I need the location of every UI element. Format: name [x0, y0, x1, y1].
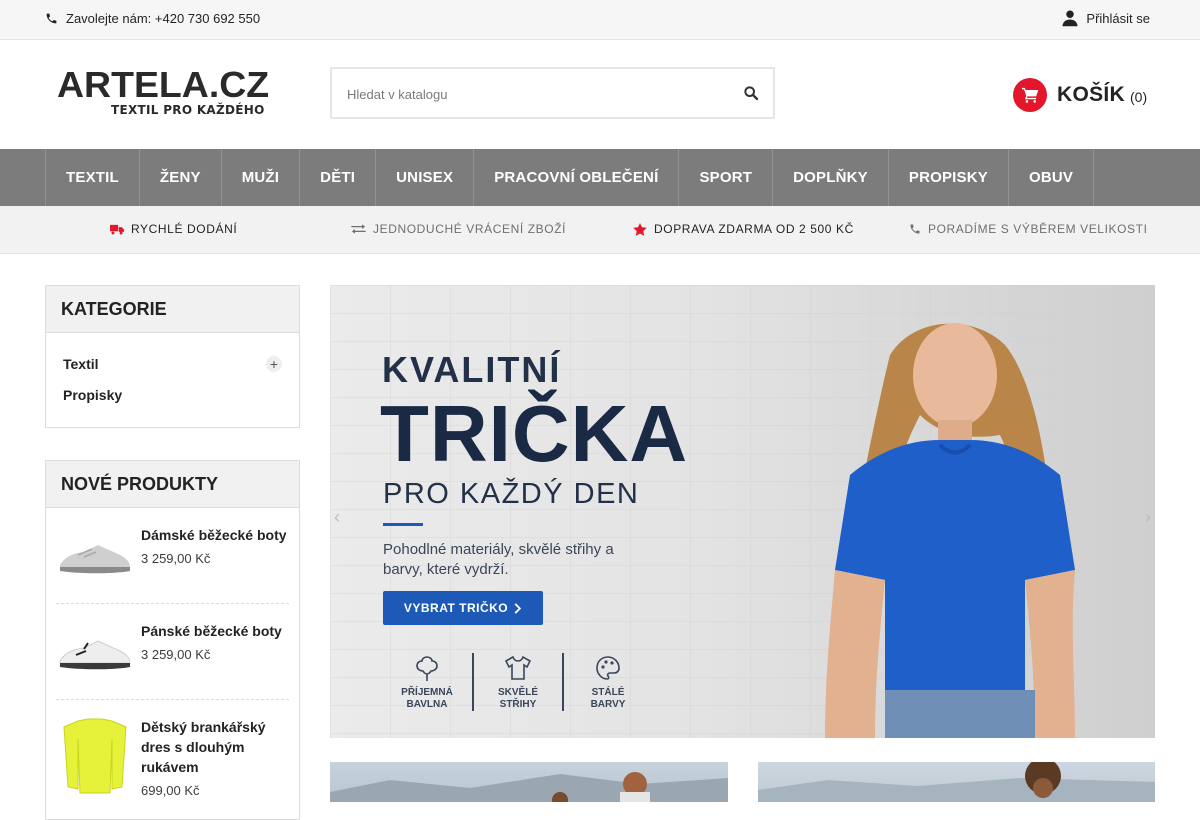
hero-headline-2: TRIČKA — [380, 389, 689, 478]
product-item[interactable]: Dámské běžecké boty 3 259,00 Kč — [46, 508, 299, 589]
nav-item-obuv[interactable]: OBUV — [1009, 149, 1095, 206]
choose-tshirt-button[interactable]: VYBRAT TRIČKO — [383, 591, 543, 625]
feature-label: STÁLÉ BARVY — [590, 687, 626, 710]
carousel-prev-icon[interactable]: ‹ — [334, 507, 340, 528]
product-price: 3 259,00 Kč — [141, 647, 211, 662]
product-name[interactable]: Dětský brankářský dres s dlouhým rukávem — [141, 717, 289, 777]
hero-headline-3: PRO KAŽDÝ DEN — [383, 478, 640, 510]
promo-banner-right[interactable] — [758, 762, 1155, 802]
feature-label: PŘÍJEMNÁ BAVLNA — [401, 687, 453, 710]
sidebar: KATEGORIE Textil + Propisky NOVÉ PRODUKT… — [45, 285, 300, 820]
cart-label: KOŠÍK — [1057, 83, 1126, 106]
cotton-icon — [414, 653, 440, 683]
nav-item-doplnky[interactable]: DOPLŇKY — [773, 149, 889, 206]
categories-block: KATEGORIE Textil + Propisky — [45, 285, 300, 428]
main-nav: TEXTIL ŽENY MUŽI DĚTI UNISEX PRACOVNÍ OB… — [0, 149, 1200, 206]
nav-item-propisky[interactable]: PROPISKY — [889, 149, 1009, 206]
search-input[interactable] — [347, 84, 727, 104]
benefit-size-advice: PORADÍME S VÝBĚREM VELIKOSTI — [909, 222, 1148, 236]
category-label: Textil — [63, 355, 99, 372]
new-products-title: NOVÉ PRODUKTY — [46, 461, 299, 508]
carousel-next-icon[interactable]: › — [1145, 507, 1151, 528]
benefits-bar: RYCHLÉ DODÁNÍ JEDNODUCHÉ VRÁCENÍ ZBOŽÍ D… — [0, 206, 1200, 254]
categories-title: KATEGORIE — [46, 286, 299, 333]
product-name[interactable]: Dámské běžecké boty — [141, 525, 287, 545]
phone-label: Zavolejte nám: — [66, 11, 152, 26]
nav-item-deti[interactable]: DĚTI — [300, 149, 377, 206]
benefit-fast-delivery: RYCHLÉ DODÁNÍ — [110, 222, 237, 236]
phone-icon — [910, 224, 920, 234]
category-list: Textil + Propisky — [46, 333, 299, 427]
search-icon — [744, 86, 759, 101]
nav-item-sport[interactable]: SPORT — [679, 149, 774, 206]
hero-description: Pohodlné materiály, skvělé střihy a barv… — [383, 541, 614, 578]
category-item-propisky[interactable]: Propisky — [63, 379, 282, 410]
cart-icon — [1013, 78, 1047, 112]
hero-banner[interactable]: KVALITNÍ TRIČKA PRO KAŽDÝ DEN Pohodlné m… — [330, 285, 1155, 738]
benefit-free-shipping: DOPRAVA ZDARMA OD 2 500 KČ — [633, 222, 854, 236]
cta-label: VYBRAT TRIČKO — [403, 601, 509, 615]
hero-headline-1: KVALITNÍ — [382, 349, 562, 390]
header: ARTELA.CZ TEXTIL PRO KAŽDÉHO KOŠÍK (0) — [0, 40, 1200, 149]
search-box — [330, 67, 775, 119]
nav-item-zeny[interactable]: ŽENY — [140, 149, 222, 206]
product-item[interactable]: Pánské běžecké boty 3 259,00 Kč — [46, 604, 299, 685]
nav-item-unisex[interactable]: UNISEX — [376, 149, 475, 206]
star-icon — [633, 222, 647, 236]
nav-item-muzi[interactable]: MUŽI — [222, 149, 301, 206]
login-label: Přihlásit se — [1086, 10, 1150, 26]
product-price: 699,00 Kč — [141, 783, 200, 798]
new-products-block: NOVÉ PRODUKTY Dámské běžecké boty 3 259,… — [45, 460, 300, 820]
hero-divider — [383, 523, 423, 526]
site-logo[interactable]: ARTELA.CZ TEXTIL PRO KAŽDÉHO — [57, 67, 292, 118]
benefit-easy-return: JEDNODUCHÉ VRÁCENÍ ZBOŽÍ — [351, 222, 566, 236]
promo-banner-left[interactable] — [330, 762, 728, 802]
feature-label: SKVĚLÉ STŘIHY — [497, 687, 538, 710]
chevron-right-icon — [514, 602, 522, 614]
logo-wordmark: ARTELA.CZ — [57, 64, 270, 105]
tshirt-icon — [504, 653, 532, 683]
benefit-label: JEDNODUCHÉ VRÁCENÍ ZBOŽÍ — [373, 222, 567, 236]
benefit-label: PORADÍME S VÝBĚREM VELIKOSTI — [928, 222, 1148, 236]
product-image-mens-running-shoes[interactable] — [56, 621, 134, 685]
benefit-label: DOPRAVA ZDARMA OD 2 500 KČ — [654, 222, 854, 236]
truck-icon — [110, 224, 124, 234]
feature-cut: SKVĚLÉ STŘIHY — [472, 653, 562, 711]
palette-icon — [595, 653, 621, 683]
user-icon — [1062, 10, 1078, 27]
hero-features: PŘÍJEMNÁ BAVLNA SKVĚLÉ STŘIHY STÁLÉ BARV… — [382, 653, 652, 711]
top-bar: Zavolejte nám: +420 730 692 550 Přihlási… — [0, 0, 1200, 40]
product-price: 3 259,00 Kč — [141, 551, 211, 566]
cart-button[interactable]: KOŠÍK (0) — [1013, 78, 1147, 112]
expand-icon[interactable]: + — [266, 355, 282, 372]
logo-tagline: TEXTIL PRO KAŽDÉHO — [111, 103, 265, 117]
feature-colors: STÁLÉ BARVY — [562, 653, 652, 711]
contact-phone[interactable]: Zavolejte nám: +420 730 692 550 — [45, 11, 260, 26]
login-link[interactable]: Přihlásit se — [1061, 9, 1150, 27]
phone-icon — [46, 13, 57, 24]
exchange-icon — [351, 224, 366, 234]
product-image-womens-running-shoes[interactable] — [56, 525, 134, 589]
cart-count: (0) — [1130, 89, 1148, 105]
benefit-label: RYCHLÉ DODÁNÍ — [131, 222, 238, 236]
phone-number[interactable]: +420 730 692 550 — [155, 11, 260, 26]
feature-cotton: PŘÍJEMNÁ BAVLNA — [382, 653, 472, 711]
hero-model-image — [825, 323, 1075, 738]
product-name[interactable]: Pánské běžecké boty — [141, 621, 282, 641]
search-button[interactable] — [743, 85, 761, 103]
product-image-goalkeeper-jersey[interactable] — [56, 717, 134, 794]
nav-item-pracovni-obleceni[interactable]: PRACOVNÍ OBLEČENÍ — [474, 149, 680, 206]
nav-item-textil[interactable]: TEXTIL — [45, 149, 140, 206]
category-label: Propisky — [63, 386, 123, 403]
product-item[interactable]: Dětský brankářský dres s dlouhým rukávem… — [46, 700, 299, 798]
category-item-textil[interactable]: Textil + — [63, 348, 282, 379]
